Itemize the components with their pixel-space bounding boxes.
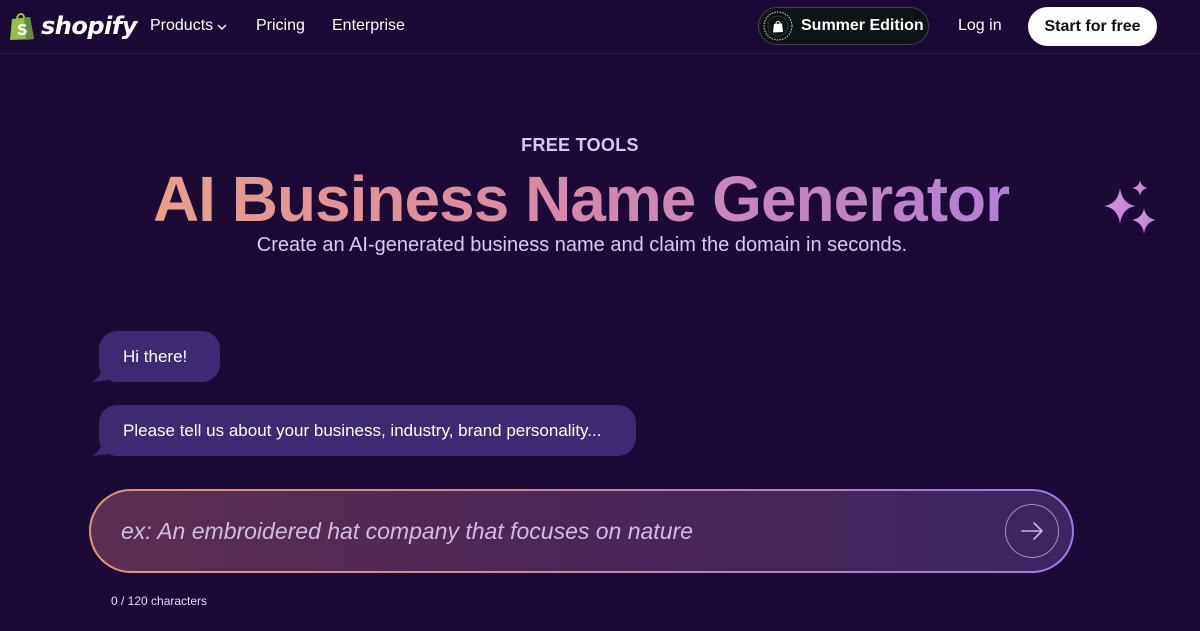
bubble-tail-icon (92, 366, 108, 382)
business-description-input[interactable] (121, 491, 981, 571)
shopify-logo[interactable]: S shopify (8, 11, 137, 41)
nav-enterprise[interactable]: Enterprise (332, 17, 405, 35)
chat-bubble-prompt: Please tell us about your business, indu… (99, 405, 636, 456)
business-description-input-wrapper (89, 489, 1074, 573)
eyebrow-label: FREE TOOLS (521, 135, 639, 155)
character-counter: 0 / 120 characters (111, 594, 208, 608)
summer-edition-button[interactable]: Summer Edition (758, 7, 929, 45)
nav-pricing-label: Pricing (256, 17, 305, 34)
arrow-right-icon (1021, 522, 1043, 540)
nav-enterprise-label: Enterprise (332, 17, 405, 34)
nav-products[interactable]: Products (150, 17, 227, 35)
chat-message-text: Hi there! (123, 346, 188, 366)
nav-pricing[interactable]: Pricing (256, 17, 305, 35)
edition-badge-icon (763, 11, 793, 41)
sparkles-icon (1104, 180, 1156, 234)
page-title: AI Business Name Generator (0, 162, 1162, 236)
summer-edition-label: Summer Edition (801, 17, 924, 34)
chat-bubble-greeting: Hi there! (99, 331, 220, 382)
top-nav: S shopify Products Pricing Enterprise Su… (0, 0, 1200, 54)
input-container (91, 491, 1072, 571)
start-for-free-button[interactable]: Start for free (1028, 7, 1157, 46)
login-link[interactable]: Log in (958, 17, 1002, 35)
bubble-tail-icon (92, 440, 108, 456)
svg-text:S: S (17, 21, 28, 39)
page-subtitle: Create an AI-generated business name and… (256, 234, 908, 256)
nav-products-label: Products (150, 17, 214, 34)
chat-message-text: Please tell us about your business, indu… (123, 420, 602, 440)
page: S shopify Products Pricing Enterprise Su… (0, 0, 1200, 631)
shopify-bag-icon: S (10, 13, 34, 40)
chevron-down-icon (217, 24, 227, 30)
submit-button[interactable] (1005, 504, 1059, 558)
brand-wordmark: shopify (41, 12, 137, 40)
